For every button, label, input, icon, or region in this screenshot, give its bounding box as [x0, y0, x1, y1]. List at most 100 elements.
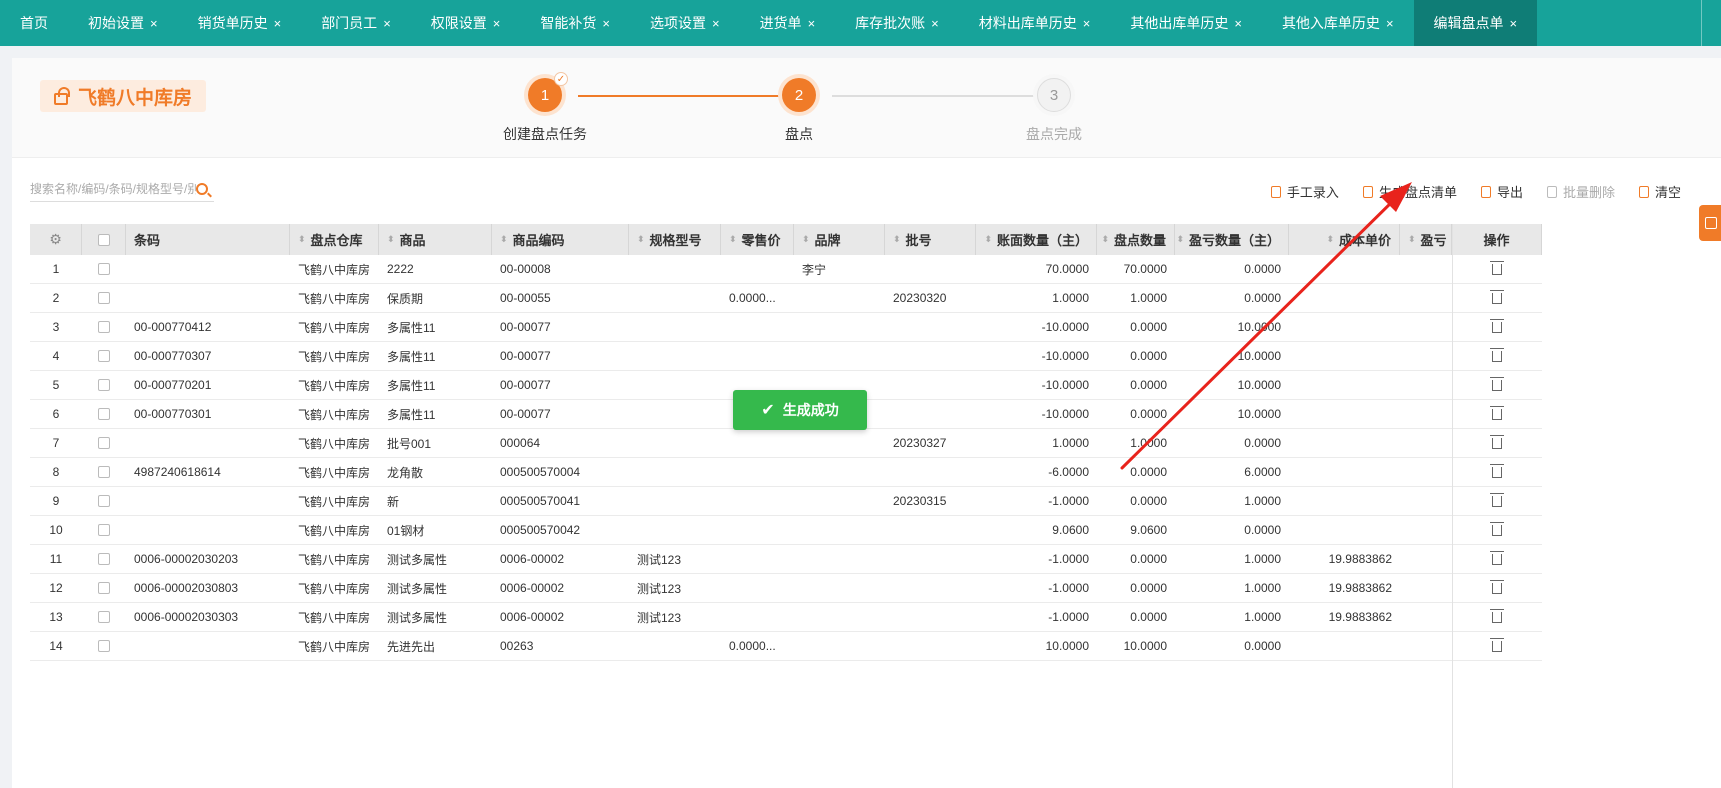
column-header-7[interactable]: ⬍ 零售价 [721, 224, 794, 255]
table-row[interactable]: 9 飞鹤八中库房 新 000500570041 20230315 -1.0000 0.000… [30, 487, 1542, 516]
column-header-11[interactable]: ⬍ 盘点数量 [1097, 224, 1175, 255]
sort-icon[interactable]: ⬍ [1326, 234, 1334, 245]
sort-icon[interactable]: ⬍ [729, 234, 737, 245]
column-header-1[interactable] [82, 224, 126, 255]
tab-10[interactable]: 其他出库单历史 × [1110, 0, 1262, 46]
column-header-4[interactable]: ⬍ 商品 [379, 224, 492, 255]
column-header-8[interactable]: ⬍ 品牌 [794, 224, 885, 255]
row-checkbox[interactable] [98, 379, 110, 391]
row-checkbox[interactable] [98, 466, 110, 478]
table-row[interactable]: 11 0006-00002030203 飞鹤八中库房 测试多属性 0006-00002 测… [30, 545, 1542, 574]
row-checkbox[interactable] [98, 495, 110, 507]
row-checkbox[interactable] [98, 263, 110, 275]
table-row[interactable]: 4 00-000770307 飞鹤八中库房 多属性11 00-00077 -10.0000… [30, 342, 1542, 371]
search-icon[interactable] [196, 182, 208, 195]
close-icon[interactable]: × [808, 16, 816, 31]
close-icon[interactable]: × [1083, 16, 1091, 31]
close-icon[interactable]: × [150, 16, 158, 31]
export-button[interactable]: 导出 [1480, 182, 1523, 201]
tab-4[interactable]: 权限设置 × [411, 0, 521, 46]
table-row[interactable]: 10 飞鹤八中库房 01钢材 000500570042 9.0600 9.0600 0.00… [30, 516, 1542, 545]
row-checkbox[interactable] [98, 611, 110, 623]
table-cell: 0.0000... [729, 291, 776, 305]
tab-2[interactable]: 销货单历史 × [178, 0, 302, 46]
row-checkbox[interactable] [98, 321, 110, 333]
clipboard-icon [1270, 185, 1281, 198]
table-cell: 00-00008 [500, 262, 551, 276]
tab-12[interactable]: 编辑盘点单 × [1413, 0, 1538, 46]
close-icon[interactable]: × [383, 16, 391, 31]
row-number: 9 [52, 494, 60, 508]
table-cell: 飞鹤八中库房 [298, 465, 371, 480]
column-header-2[interactable]: 条码 [126, 224, 290, 255]
search-input[interactable] [30, 181, 196, 196]
row-checkbox[interactable] [98, 350, 110, 362]
row-checkbox[interactable] [98, 582, 110, 594]
tab-1[interactable]: 初始设置 × [68, 0, 178, 46]
table-row[interactable]: 3 00-000770412 飞鹤八中库房 多属性11 00-00077 -10.0000… [30, 313, 1542, 342]
batch-delete-button[interactable]: 批量删除 [1546, 182, 1615, 201]
sort-icon[interactable]: ⬍ [1101, 234, 1109, 245]
close-icon[interactable]: × [1234, 16, 1242, 31]
tab-9[interactable]: 材料出库单历史 × [959, 0, 1111, 46]
close-icon[interactable]: × [712, 16, 720, 31]
settings-icon[interactable]: ⚙ [49, 231, 62, 248]
sort-icon[interactable]: ⬍ [802, 234, 810, 245]
row-checkbox[interactable] [98, 408, 110, 420]
tab-11[interactable]: 其他入库单历史 × [1262, 0, 1414, 46]
sort-icon[interactable]: ⬍ [1176, 234, 1184, 245]
table-row[interactable]: 13 0006-00002030303 飞鹤八中库房 测试多属性 0006-00002 测… [30, 603, 1542, 632]
table-row[interactable]: 12 0006-00002030803 飞鹤八中库房 测试多属性 0006-00002 测… [30, 574, 1542, 603]
column-header-12[interactable]: ⬍ 盈亏数量（主） [1175, 224, 1289, 255]
row-checkbox[interactable] [98, 524, 110, 536]
sort-icon[interactable]: ⬍ [637, 234, 645, 245]
close-icon[interactable]: × [1386, 16, 1394, 31]
column-header-13[interactable]: ⬍ 成本单价 [1289, 224, 1400, 255]
tab-5[interactable]: 智能补货 × [520, 0, 630, 46]
column-header-0[interactable]: ⚙ [30, 224, 82, 255]
table-cell [629, 487, 721, 515]
column-header-5[interactable]: ⬍ 商品编码 [492, 224, 629, 255]
side-float-button[interactable] [1699, 205, 1721, 241]
row-checkbox[interactable] [98, 292, 110, 304]
tab-6[interactable]: 选项设置 × [630, 0, 740, 46]
table-cell [1289, 400, 1400, 428]
close-icon[interactable]: × [1510, 16, 1518, 31]
column-header-14[interactable]: ⬍ 盈亏 [1400, 224, 1452, 255]
close-icon[interactable]: × [602, 16, 610, 31]
tab-3[interactable]: 部门员工 × [301, 0, 411, 46]
tab-7[interactable]: 进货单 × [740, 0, 836, 46]
tab-0[interactable]: 首页 [0, 0, 68, 46]
row-checkbox[interactable] [98, 437, 110, 449]
table-row[interactable]: 14 飞鹤八中库房 先进先出 00263 0.0000... 10.0000 10.0000… [30, 632, 1542, 661]
close-icon[interactable]: × [493, 16, 501, 31]
table-cell: 1.0000 [1130, 436, 1167, 450]
row-checkbox[interactable] [98, 640, 110, 652]
table-row[interactable]: 2 飞鹤八中库房 保质期 00-00055 0.0000... 20230320 1.000… [30, 284, 1542, 313]
table-row[interactable]: 7 飞鹤八中库房 批号001 000064 20230327 1.0000 1.0000 0.… [30, 429, 1542, 458]
table-cell [1289, 516, 1400, 544]
column-header-9[interactable]: ⬍ 批号 [885, 224, 976, 255]
table-row[interactable]: 1 飞鹤八中库房 2222 00-00008 李宁 70.0000 70.0000 0.000… [30, 255, 1542, 284]
tab-8[interactable]: 库存批次账 × [835, 0, 959, 46]
close-icon[interactable]: × [274, 16, 282, 31]
row-checkbox[interactable] [98, 553, 110, 565]
sort-icon[interactable]: ⬍ [893, 234, 901, 245]
sort-icon[interactable]: ⬍ [984, 234, 992, 245]
column-header-3[interactable]: ⬍ 盘点仓库 [290, 224, 379, 255]
column-header-10[interactable]: ⬍ 账面数量（主） [976, 224, 1097, 255]
sort-icon[interactable]: ⬍ [387, 234, 395, 245]
table-row[interactable]: 8 4987240618614 飞鹤八中库房 龙角散 000500570004 -6.00… [30, 458, 1542, 487]
close-icon[interactable]: × [931, 16, 939, 31]
sort-icon[interactable]: ⬍ [298, 234, 306, 245]
column-header-6[interactable]: ⬍ 规格型号 [629, 224, 721, 255]
sort-icon[interactable]: ⬍ [1408, 234, 1416, 245]
table-cell: 0.0000 [1130, 494, 1167, 508]
generate-list-button[interactable]: 生成盘点清单 [1362, 182, 1457, 201]
table-cell [721, 603, 794, 631]
select-all-checkbox[interactable] [97, 233, 110, 246]
manual-entry-button[interactable]: 手工录入 [1270, 182, 1339, 201]
sort-icon[interactable]: ⬍ [500, 234, 508, 245]
clear-button[interactable]: 清空 [1638, 182, 1681, 201]
table-cell [1289, 284, 1400, 312]
